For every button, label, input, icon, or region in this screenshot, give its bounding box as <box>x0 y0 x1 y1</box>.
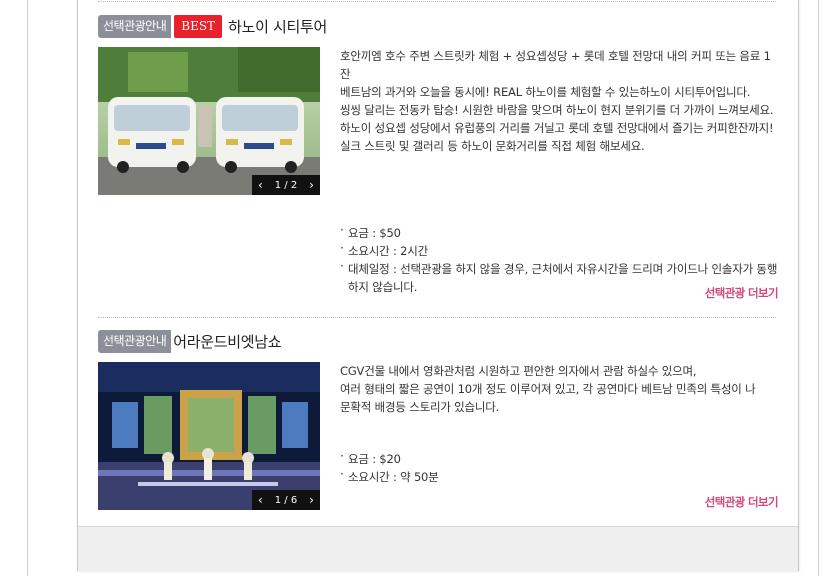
chevron-left-icon[interactable]: ‹ <box>258 175 263 195</box>
more-tours-link[interactable]: 선택관광 더보기 <box>705 285 779 301</box>
description-line: 호안끼엠 호수 주변 스트릿카 체험 + 성요셉성당 + 롯데 호텔 전망대 내… <box>340 49 771 81</box>
photo-pager: ‹ 1 / 6 › <box>252 490 320 510</box>
tour-photo-carousel[interactable]: ‹ 1 / 2 › <box>98 47 320 195</box>
optional-tour-tag: 선택관광안내 <box>98 329 172 353</box>
tour-heading: 선택관광안내 BEST 하노이 시티투어 <box>98 14 327 38</box>
description-line: 하노이 성요셉 성당에서 유럽풍의 거리를 거닐고 롯데 호텔 전망대에서 즐기… <box>340 121 774 135</box>
optional-tour-tag: 선택관광안내 <box>98 14 172 38</box>
price-info: 요금 : $50 <box>340 221 780 242</box>
tour-info-list: 요금 : $20 소요시간 : 약 50분 <box>340 447 780 486</box>
show-stage-photo <box>98 362 320 510</box>
chevron-right-icon[interactable]: › <box>309 490 314 510</box>
pager-count: 1 / 6 <box>274 494 298 506</box>
description-line: 실크 스트릿 및 갤러리 등 하노이 문화거리를 직접 체험 해보세요. <box>340 139 645 153</box>
tour-description: 호안끼엠 호수 주변 스트릿카 체험 + 성요셉성당 + 롯데 호텔 전망대 내… <box>340 47 778 155</box>
description-line: CGV건물 내에서 영화관처럼 시원하고 편안한 의자에서 관람 하실수 있으며… <box>340 364 697 378</box>
city-tour-photo <box>98 47 320 195</box>
best-badge: BEST <box>174 14 223 38</box>
tour-title: 어라운드비엣남쇼 <box>173 332 282 351</box>
description-line: 문확적 배경등 스토리가 있습니다. <box>340 400 500 414</box>
description-line: 씽씽 달리는 전동카 탑승! 시원한 바람을 맞으며 하노이 현지 분위기를 더… <box>340 103 774 117</box>
tour-item: 선택관광안내 BEST 하노이 시티투어 ‹ 1 / 2 › 호안끼엠 호수 주… <box>98 14 780 304</box>
page-divider-left <box>27 0 28 576</box>
price-info: 요금 : $20 <box>340 447 780 468</box>
description-line: 베트남의 과거와 오늘을 동시에! REAL 하노이를 체험할 수 있는하노이 … <box>340 85 751 99</box>
description-line: 여러 형태의 짧은 공연이 10개 정도 이루어져 있고, 각 공연마다 베트남… <box>340 382 756 396</box>
separator-top <box>98 1 776 2</box>
more-tours-link[interactable]: 선택관광 더보기 <box>705 494 779 510</box>
pager-count: 1 / 2 <box>274 179 298 191</box>
tour-item: 선택관광안내 어라운드비엣남쇼 ‹ 1 / 6 › CGV건물 내에서 영화관처… <box>98 329 780 514</box>
duration-info: 소요시간 : 2시간 <box>340 239 780 260</box>
tour-panel: 선택관광안내 BEST 하노이 시티투어 ‹ 1 / 2 › 호안끼엠 호수 주… <box>77 0 799 571</box>
separator-middle <box>98 317 776 318</box>
page-divider-right <box>818 0 819 576</box>
duration-info: 소요시간 : 약 50분 <box>340 465 780 486</box>
photo-pager: ‹ 1 / 2 › <box>252 175 320 195</box>
tour-description: CGV건물 내에서 영화관처럼 시원하고 편안한 의자에서 관람 하실수 있으며… <box>340 362 778 416</box>
panel-footer <box>78 526 798 571</box>
tour-title: 하노이 시티투어 <box>228 17 328 36</box>
tour-heading: 선택관광안내 어라운드비엣남쇼 <box>98 329 282 353</box>
chevron-left-icon[interactable]: ‹ <box>258 490 263 510</box>
tour-photo-carousel[interactable]: ‹ 1 / 6 › <box>98 362 320 510</box>
chevron-right-icon[interactable]: › <box>309 175 314 195</box>
